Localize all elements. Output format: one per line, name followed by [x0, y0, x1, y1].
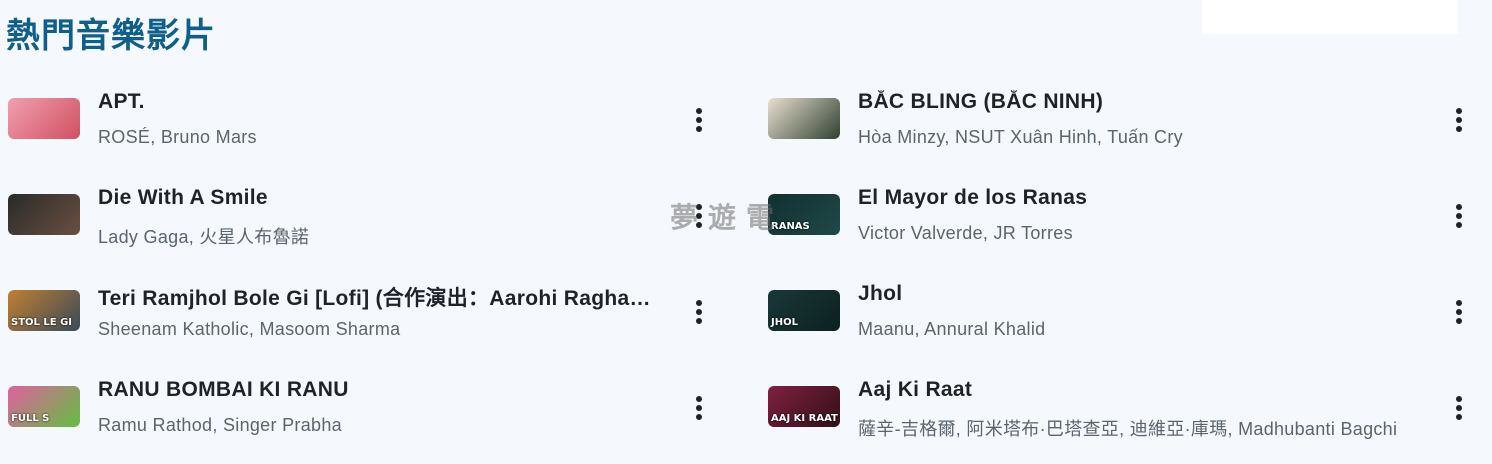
watermark-text: 夢遊電: [670, 201, 785, 234]
thumbnail-text: AAJ KI RAAT: [771, 413, 838, 424]
video-title[interactable]: Jhol: [858, 282, 1418, 306]
video-list-left: APT. ROSÉ, Bruno Mars Die With A Smile L…: [8, 80, 728, 464]
more-options-icon[interactable]: [688, 394, 710, 422]
video-artist[interactable]: Victor Valverde, JR Torres: [858, 223, 1418, 244]
video-thumbnail[interactable]: AAJ KI RAAT: [768, 386, 840, 427]
video-thumbnail[interactable]: [768, 98, 840, 139]
section-title: 熱門音樂影片: [6, 16, 216, 56]
more-options-icon[interactable]: [1448, 106, 1470, 134]
video-row[interactable]: APT. ROSÉ, Bruno Mars: [8, 80, 728, 176]
video-row[interactable]: BẮC BLING (BẮC NINH) Hòa Minzy, NSUT Xuâ…: [768, 80, 1488, 176]
video-row[interactable]: Die With A Smile Lady Gaga, 火星人布魯諾: [8, 176, 728, 272]
video-thumbnail[interactable]: STOL LE GI: [8, 290, 80, 331]
video-row[interactable]: STOL LE GI Teri Ramjhol Bole Gi [Lofi] (…: [8, 272, 728, 368]
top-right-panel: [1202, 0, 1458, 34]
video-artist[interactable]: Lady Gaga, 火星人布魯諾: [98, 223, 658, 249]
video-title[interactable]: APT.: [98, 90, 658, 114]
video-row[interactable]: RANAS El Mayor de los Ranas Victor Valve…: [768, 176, 1488, 272]
video-artist[interactable]: Hòa Minzy, NSUT Xuân Hinh, Tuấn Cry: [858, 127, 1418, 148]
thumbnail-text: FULL S: [11, 413, 50, 424]
video-artist[interactable]: Maanu, Annural Khalid: [858, 319, 1418, 340]
video-artist[interactable]: Sheenam Katholic, Masoom Sharma: [98, 319, 658, 340]
video-title[interactable]: RANU BOMBAI KI RANU: [98, 378, 658, 402]
video-title[interactable]: BẮC BLING (BẮC NINH): [858, 90, 1418, 114]
video-thumbnail[interactable]: [8, 98, 80, 139]
thumbnail-text: STOL LE GI: [11, 317, 72, 328]
video-thumbnail[interactable]: FULL S: [8, 386, 80, 427]
video-thumbnail[interactable]: JHOL: [768, 290, 840, 331]
video-artist[interactable]: ROSÉ, Bruno Mars: [98, 127, 658, 148]
video-list-right: BẮC BLING (BẮC NINH) Hòa Minzy, NSUT Xuâ…: [768, 80, 1488, 464]
more-options-icon[interactable]: [1448, 202, 1470, 230]
video-title[interactable]: El Mayor de los Ranas: [858, 186, 1418, 210]
video-title[interactable]: Teri Ramjhol Bole Gi [Lofi] (合作演出：Aarohi…: [98, 282, 658, 312]
video-artist[interactable]: 薩辛-吉格爾, 阿米塔布·巴塔查亞, 迪維亞·庫瑪, Madhubanti Ba…: [858, 415, 1418, 441]
video-artist[interactable]: Ramu Rathod, Singer Prabha: [98, 415, 658, 436]
video-title[interactable]: Aaj Ki Raat: [858, 378, 1418, 402]
video-row[interactable]: JHOL Jhol Maanu, Annural Khalid: [768, 272, 1488, 368]
more-options-icon[interactable]: [688, 298, 710, 326]
more-options-icon[interactable]: [1448, 298, 1470, 326]
video-thumbnail[interactable]: [8, 194, 80, 235]
thumbnail-text: JHOL: [771, 317, 798, 328]
more-options-icon[interactable]: [1448, 394, 1470, 422]
video-row[interactable]: FULL S RANU BOMBAI KI RANU Ramu Rathod, …: [8, 368, 728, 464]
video-row[interactable]: AAJ KI RAAT Aaj Ki Raat 薩辛-吉格爾, 阿米塔布·巴塔查…: [768, 368, 1488, 464]
more-options-icon[interactable]: [688, 106, 710, 134]
video-title[interactable]: Die With A Smile: [98, 186, 658, 210]
